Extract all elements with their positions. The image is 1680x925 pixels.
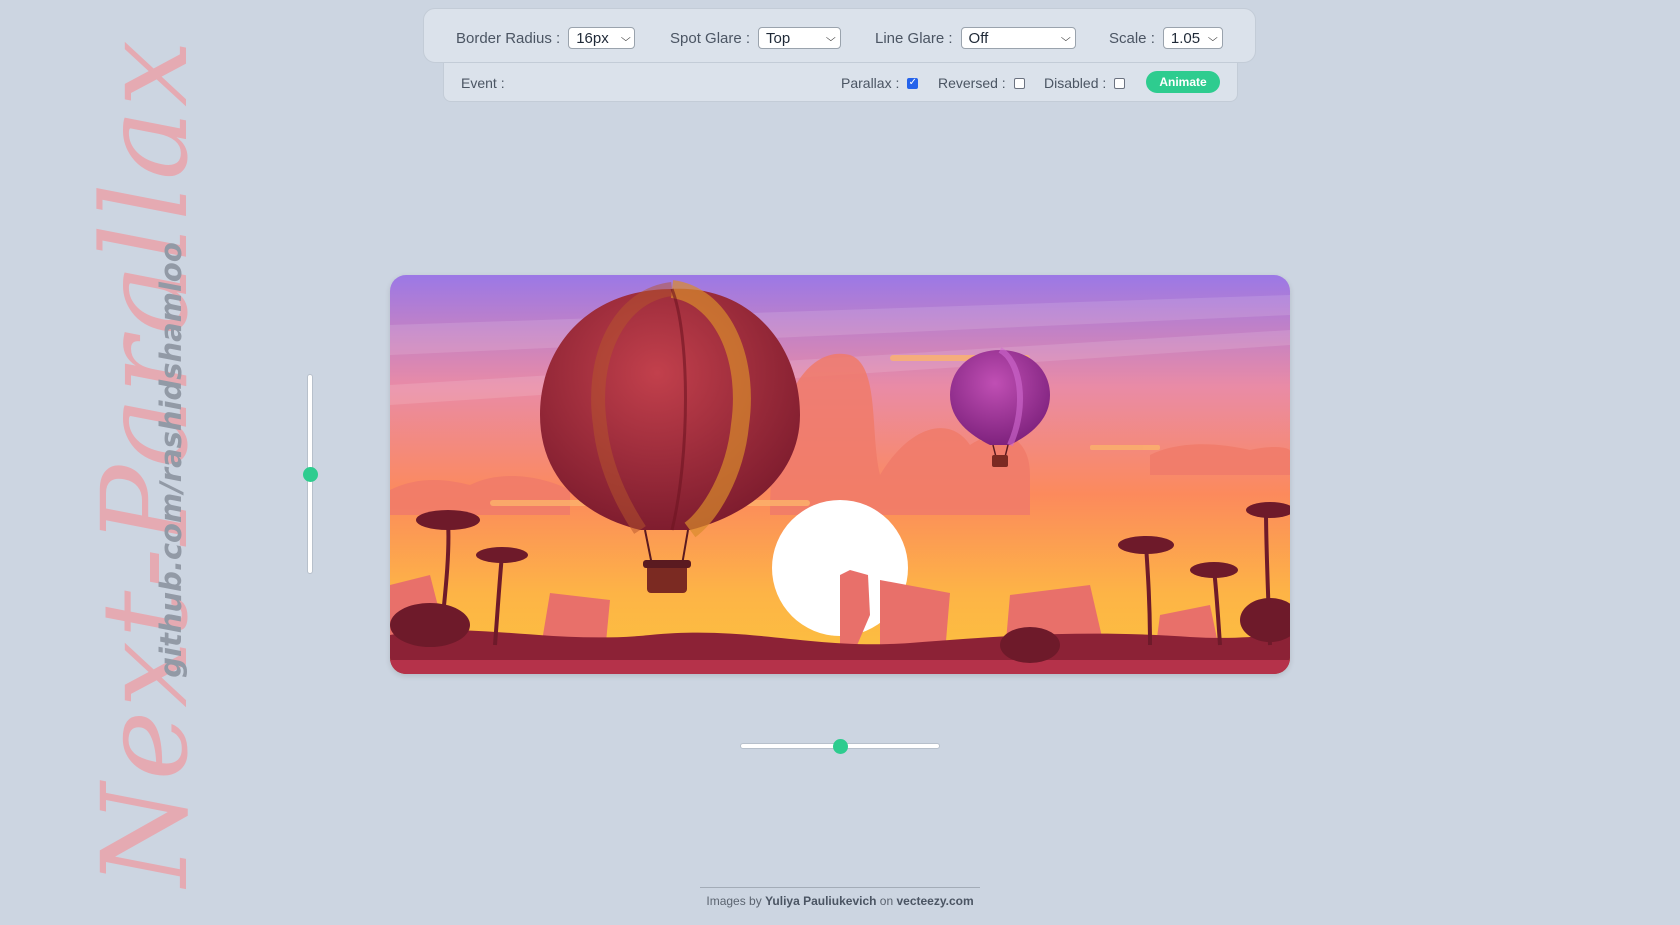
- chevron-down-icon: ⌵: [1060, 32, 1071, 44]
- horizontal-slider-thumb[interactable]: [832, 738, 848, 754]
- line-glare-value: Off: [968, 29, 989, 47]
- vertical-slider[interactable]: [302, 374, 318, 574]
- credit-prefix: Images by: [706, 894, 766, 908]
- event-bar: Event : Parallax : ✓ Reversed : Disabled…: [443, 63, 1238, 102]
- brand-script-title: Next-Parallax: [76, 37, 214, 887]
- parallax-checkbox[interactable]: ✓: [907, 77, 919, 89]
- line-glare-select[interactable]: Off ⌵: [960, 27, 1076, 49]
- disabled-checkbox[interactable]: [1114, 77, 1126, 89]
- disabled-control: Disabled :: [1044, 75, 1126, 91]
- border-radius-value: 16px: [576, 29, 609, 47]
- brand-watermark: Next-Parallax: [58, 10, 233, 915]
- border-radius-label: Border Radius :: [456, 29, 561, 47]
- image-credit: Images by Yuliya Pauliukevich on vecteez…: [700, 887, 980, 908]
- disabled-label: Disabled :: [1044, 75, 1107, 91]
- scale-label: Scale :: [1109, 29, 1155, 47]
- reversed-checkbox[interactable]: [1013, 77, 1025, 89]
- hot-air-balloon-sunset-illustration: [390, 275, 1290, 674]
- border-radius-select[interactable]: 16px ⌵: [568, 27, 636, 49]
- scale-select[interactable]: 1.05 ⌵: [1162, 27, 1223, 49]
- chevron-down-icon: ⌵: [826, 32, 837, 44]
- scale-control: Scale : 1.05 ⌵: [1109, 27, 1223, 49]
- line-glare-label: Line Glare :: [875, 29, 953, 47]
- parallax-label: Parallax :: [841, 75, 900, 91]
- spot-glare-control: Spot Glare : Top ⌵: [670, 27, 842, 49]
- reversed-label: Reversed :: [938, 75, 1006, 91]
- parallax-control: Parallax : ✓: [841, 75, 919, 91]
- scale-value: 1.05: [1170, 29, 1201, 47]
- border-radius-control: Border Radius : 16px ⌵: [456, 27, 636, 49]
- spot-glare-value: Top: [766, 29, 791, 47]
- spot-glare-label: Spot Glare :: [670, 29, 751, 47]
- credit-author-link[interactable]: Yuliya Pauliukevich: [765, 894, 880, 908]
- chevron-down-icon: ⌵: [1208, 32, 1218, 44]
- settings-toolbar: Border Radius : 16px ⌵ Spot Glare : Top …: [423, 8, 1256, 63]
- parallax-card[interactable]: [390, 275, 1290, 674]
- chevron-down-icon: ⌵: [620, 32, 631, 44]
- animate-button[interactable]: Animate: [1146, 71, 1220, 93]
- vertical-slider-thumb[interactable]: [302, 466, 318, 482]
- credit-middle: on: [879, 894, 897, 908]
- spot-glare-select[interactable]: Top ⌵: [758, 27, 842, 49]
- repo-link[interactable]: github.com/rashidshamloo: [154, 242, 188, 678]
- event-label: Event :: [461, 75, 505, 91]
- line-glare-control: Line Glare : Off ⌵: [875, 27, 1076, 49]
- horizontal-slider[interactable]: [740, 738, 940, 754]
- credit-site-link[interactable]: vecteezy.com: [896, 894, 973, 908]
- reversed-control: Reversed :: [938, 75, 1025, 91]
